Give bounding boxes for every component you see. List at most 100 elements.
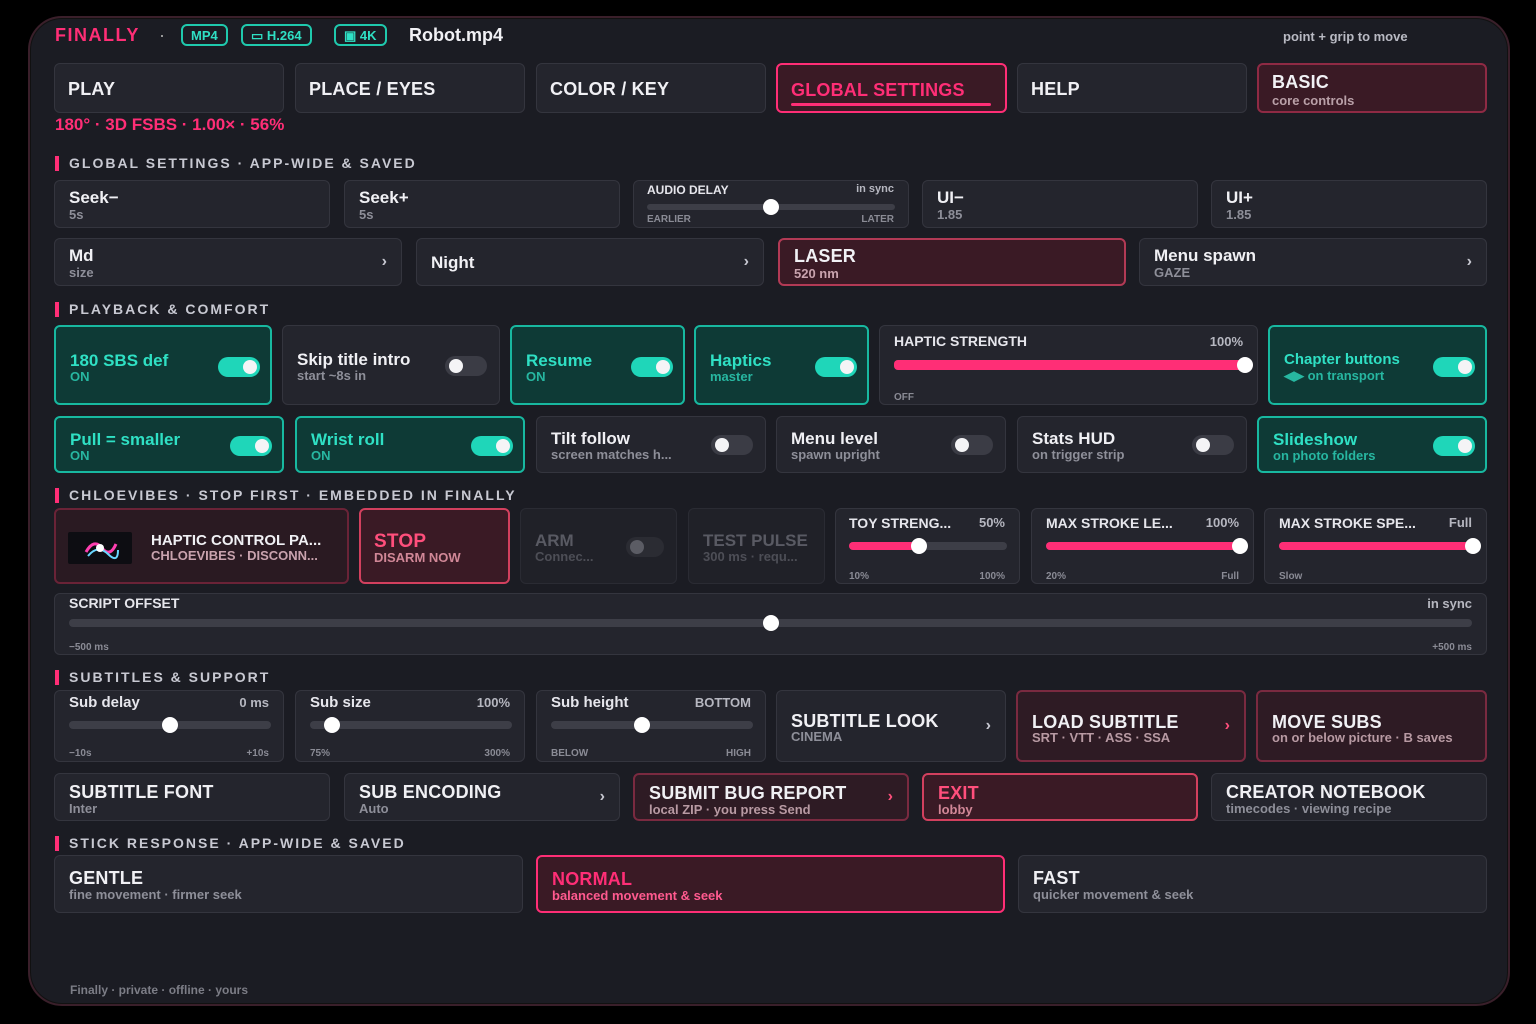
slider-value: Full [1448, 515, 1472, 530]
header-dot: · [159, 25, 165, 45]
toggle-chapter-buttons[interactable]: Chapter buttons ◀▶ on transport [1268, 325, 1487, 405]
toggle-haptics[interactable]: Haptics master [694, 325, 869, 405]
toggle-switch[interactable] [631, 357, 673, 377]
toggle-resume[interactable]: Resume ON [510, 325, 685, 405]
slider-track[interactable] [551, 717, 753, 733]
toggle-switch[interactable] [951, 435, 993, 455]
tab-help[interactable]: HELP [1017, 63, 1247, 113]
slider-knob[interactable] [1237, 357, 1253, 373]
subtitle-look-selector[interactable]: SUBTITLE LOOK CINEMA › [776, 690, 1006, 762]
max-stroke-length-slider[interactable]: MAX STROKE LE... 100% 20% Full [1031, 508, 1254, 584]
tab-play[interactable]: PLAY [54, 63, 284, 113]
toggle-wrist-roll[interactable]: Wrist roll ON [295, 416, 525, 473]
haptic-control-panel-button[interactable]: HAPTIC CONTROL PA... CHLOEVIBES · DISCON… [54, 508, 349, 584]
stop-button[interactable]: STOP DISARM NOW [359, 508, 510, 584]
sub-delay-slider[interactable]: Sub delay 0 ms −10s +10s [54, 690, 284, 762]
slider-track[interactable] [1279, 538, 1481, 554]
toggle-skip-intro[interactable]: Skip title intro start ~8s in [282, 325, 500, 405]
haptic-strength-slider[interactable]: HAPTIC STRENGTH 100% OFF [879, 325, 1258, 405]
load-subtitle-button[interactable]: LOAD SUBTITLE SRT · VTT · ASS · SSA › [1016, 690, 1246, 762]
btn-title: UI− [937, 188, 964, 207]
move-subs-button[interactable]: MOVE SUBS on or below picture · B saves [1256, 690, 1487, 762]
basic-mode-button[interactable]: BASIC core controls [1257, 63, 1487, 113]
sub-size-slider[interactable]: Sub size 100% 75% 300% [295, 690, 525, 762]
toy-strength-slider[interactable]: TOY STRENG... 50% 10% 100% [835, 508, 1020, 584]
slider-knob[interactable] [762, 615, 779, 631]
slider-track[interactable] [310, 717, 512, 733]
toggle-title: Resume [526, 351, 593, 370]
slider-value: 50% [978, 515, 1005, 530]
slider-knob[interactable] [910, 538, 927, 554]
max-stroke-speed-slider[interactable]: MAX STROKE SPE... Full Slow [1264, 508, 1487, 584]
slider-knob[interactable] [162, 717, 178, 733]
toggle-menu-level[interactable]: Menu level spawn upright [776, 416, 1006, 473]
option-sub: quicker movement & seek [1033, 887, 1194, 902]
toggle-switch[interactable] [1433, 436, 1475, 456]
slider-track[interactable] [1046, 538, 1248, 554]
btn-title: UI+ [1226, 188, 1253, 207]
tab-label: PLAY [68, 79, 116, 99]
arm-title: ARM [535, 531, 574, 550]
toggle-switch[interactable] [815, 357, 857, 377]
slider-label: MAX STROKE LE... [1046, 515, 1173, 531]
slider-track[interactable] [647, 199, 895, 215]
slider-knob[interactable] [1232, 538, 1248, 554]
toggle-sub: ◀▶ on transport [1284, 368, 1385, 383]
slider-knob[interactable] [324, 717, 341, 733]
subtitle-font-selector[interactable]: SUBTITLE FONT Inter [54, 773, 330, 821]
toggle-switch[interactable] [230, 436, 272, 456]
laser-button[interactable]: LASER 520 nm [778, 238, 1126, 286]
tab-global-settings[interactable]: GLOBAL SETTINGS [776, 63, 1007, 113]
toggle-stats-hud[interactable]: Stats HUD on trigger strip [1017, 416, 1247, 473]
toggle-sub: on trigger strip [1032, 447, 1125, 462]
slider-track[interactable] [849, 538, 1007, 554]
arm-toggle[interactable]: ARM Connec... [520, 508, 677, 584]
script-offset-slider[interactable]: SCRIPT OFFSET in sync −500 ms +500 ms [54, 593, 1487, 655]
size-selector[interactable]: Md size › [54, 238, 402, 286]
btn-sub: Auto [359, 801, 389, 816]
toggle-switch[interactable] [218, 357, 260, 377]
toggle-slideshow[interactable]: Slideshow on photo folders [1257, 416, 1487, 473]
slider-max: Full [1221, 571, 1239, 582]
slider-fill [1046, 542, 1240, 550]
slider-knob[interactable] [1465, 538, 1481, 554]
toggle-switch[interactable] [711, 435, 753, 455]
toggle-switch[interactable] [471, 436, 513, 456]
slider-track[interactable] [69, 717, 271, 733]
slider-track[interactable] [894, 357, 1253, 373]
slider-knob[interactable] [763, 199, 779, 215]
toggle-switch[interactable] [626, 537, 664, 557]
slider-label: MAX STROKE SPE... [1279, 515, 1416, 531]
menu-spawn-selector[interactable]: Menu spawn GAZE › [1139, 238, 1487, 286]
toggle-switch[interactable] [1192, 435, 1234, 455]
night-selector[interactable]: Night › [416, 238, 764, 286]
sub-encoding-selector[interactable]: SUB ENCODING Auto › [344, 773, 620, 821]
submit-bug-report-button[interactable]: SUBMIT BUG REPORT local ZIP · you press S… [633, 773, 909, 821]
audio-delay-slider[interactable]: AUDIO DELAY in sync EARLIER LATER [633, 180, 909, 228]
toggle-sub: spawn upright [791, 447, 880, 462]
slider-max: +10s [246, 748, 269, 759]
slider-min: 10% [849, 571, 870, 582]
toggle-switch[interactable] [1433, 357, 1475, 377]
slider-knob[interactable] [633, 717, 650, 733]
seek-forward-button[interactable]: Seek+ 5s [344, 180, 620, 228]
stick-gentle-option[interactable]: GENTLE fine movement · firmer seek [54, 855, 523, 913]
brand-logo: FINALLY [55, 25, 140, 45]
tab-place-eyes[interactable]: PLACE / EYES [295, 63, 525, 113]
exit-button[interactable]: EXIT lobby [922, 773, 1198, 821]
toggle-state: ON [70, 369, 90, 384]
sub-height-slider[interactable]: Sub height BOTTOM BELOW HIGH [536, 690, 766, 762]
stick-normal-option[interactable]: NORMAL balanced movement & seek [536, 855, 1005, 913]
seek-back-button[interactable]: Seek− 5s [54, 180, 330, 228]
toggle-180-sbs-default[interactable]: 180 SBS def ON [54, 325, 272, 405]
test-pulse-button[interactable]: TEST PULSE 300 ms · requ... [688, 508, 825, 584]
toggle-switch[interactable] [445, 356, 487, 376]
toggle-pull-smaller[interactable]: Pull = smaller ON [54, 416, 284, 473]
toggle-tilt-follow[interactable]: Tilt follow screen matches h... [536, 416, 766, 473]
slider-track[interactable] [69, 615, 1472, 631]
creator-notebook-button[interactable]: CREATOR NOTEBOOK timecodes · viewing reci… [1211, 773, 1487, 821]
stick-fast-option[interactable]: FAST quicker movement & seek [1018, 855, 1487, 913]
tab-color-key[interactable]: COLOR / KEY [536, 63, 766, 113]
ui-smaller-button[interactable]: UI− 1.85 [922, 180, 1198, 228]
ui-larger-button[interactable]: UI+ 1.85 [1211, 180, 1487, 228]
